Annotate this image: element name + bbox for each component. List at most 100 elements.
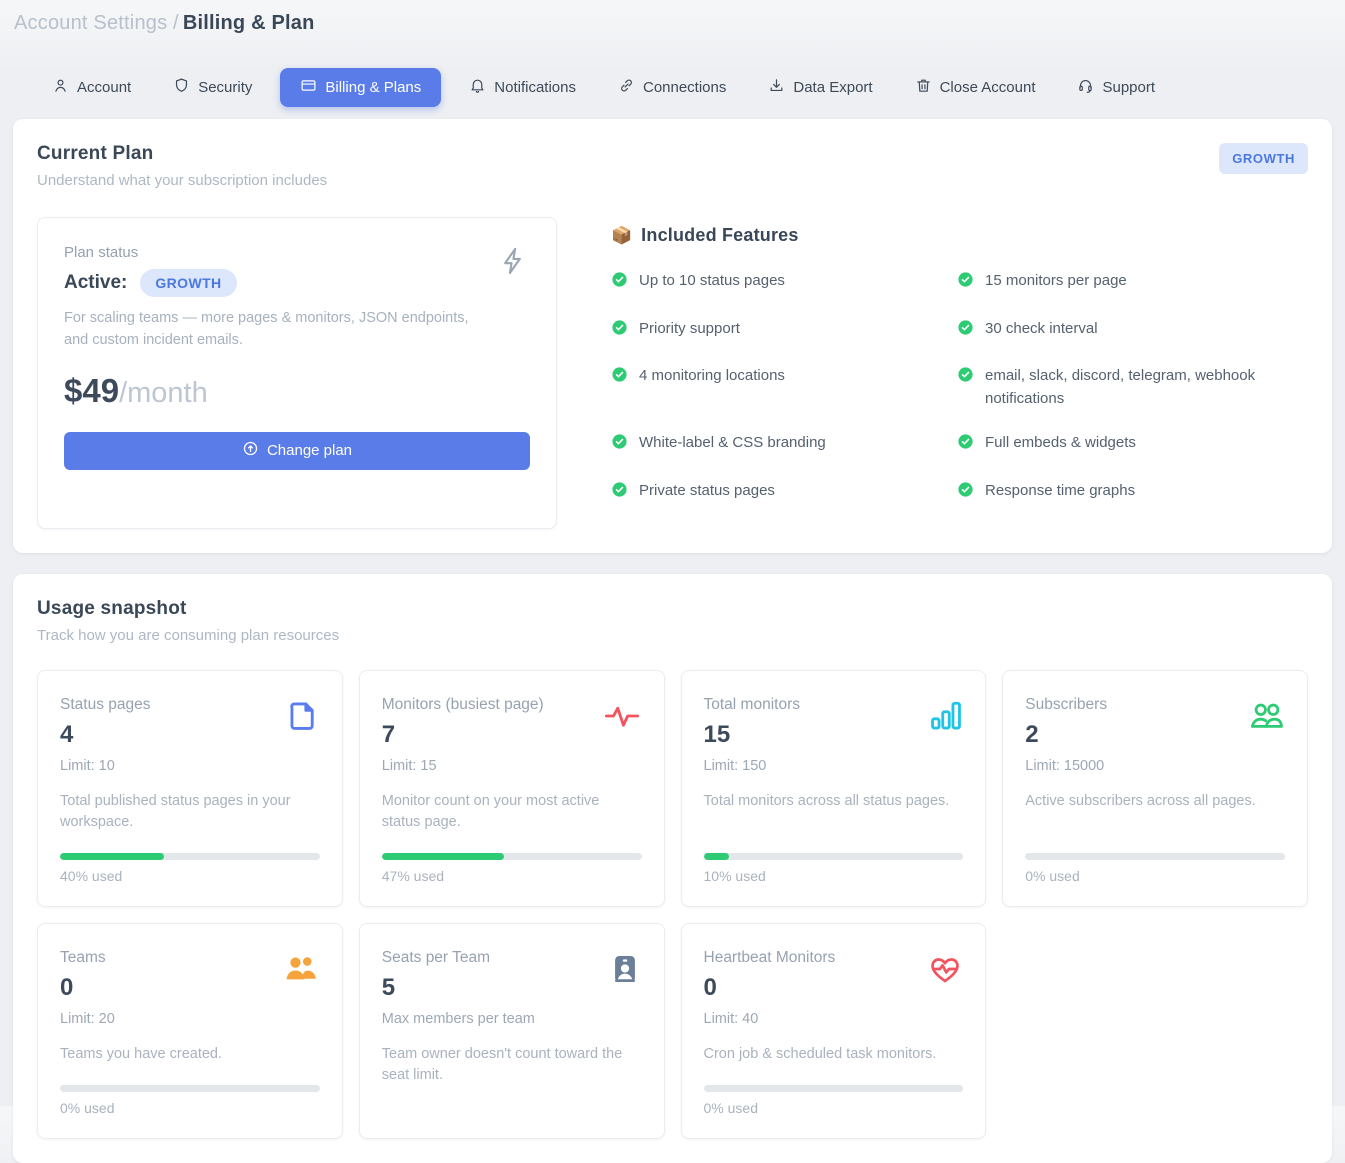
check-circle-icon [957,366,974,391]
usage-grid: Status pages 4 Limit: 10 Total published… [37,670,1308,1139]
feature-text: Full embeds & widgets [985,432,1136,455]
progress-fill [382,853,504,860]
check-circle-icon [957,271,974,296]
tab-data-export[interactable]: Data Export [754,69,886,106]
usage-progress: 0% used [704,1065,964,1116]
breadcrumb-section[interactable]: Account Settings / [14,12,179,34]
feature-item: 15 monitors per page [957,270,1308,296]
plan-period: /month [119,377,208,409]
tab-security[interactable]: Security [159,69,266,106]
progress-track [1025,853,1285,860]
team-icon [284,952,320,991]
progress-label: 10% used [704,868,964,884]
tab-label: Security [198,79,252,96]
feature-item: email, slack, discord, telegram, webhook… [957,365,1308,410]
feature-text: 30 check interval [985,318,1098,341]
zap-icon [496,244,530,283]
tab-billing-plans[interactable]: Billing & Plans [280,68,441,107]
plan-price: $49 [64,372,119,409]
trash-icon [915,77,932,98]
feature-text: Priority support [639,318,740,341]
feature-item: Up to 10 status pages [611,270,957,296]
usage-card-limit: Max members per team [382,1011,535,1027]
tab-connections[interactable]: Connections [604,69,740,106]
change-plan-label: Change plan [267,442,352,459]
check-circle-icon [611,271,628,296]
usage-card-limit: Limit: 10 [60,758,150,774]
current-plan-subtitle: Understand what your subscription includ… [37,172,327,189]
breadcrumb-page: Billing & Plan [183,12,315,34]
usage-card-heartbeat-monitors: Heartbeat Monitors 0 Limit: 40 Cron job … [681,923,987,1139]
check-circle-icon [957,319,974,344]
check-circle-icon [957,433,974,458]
arrow-up-circle-icon [242,440,259,461]
usage-card-title: Subscribers [1025,696,1107,714]
breadcrumb: Account Settings /Billing & Plan [0,0,1345,35]
usage-card-description: Teams you have created. [60,1044,320,1065]
link-icon [618,77,635,98]
tab-label: Support [1102,79,1155,96]
download-icon [768,77,785,98]
current-plan-section: Current Plan Understand what your subscr… [13,119,1332,553]
usage-progress: 10% used [704,833,964,884]
usage-card-value: 4 [60,721,150,749]
progress-track [60,1085,320,1092]
usage-card-value: 15 [704,721,800,749]
usage-card-limit: Limit: 40 [704,1011,836,1027]
progress-track [60,853,320,860]
usage-card-value: 7 [382,721,544,749]
progress-track [382,853,642,860]
usage-card-title: Total monitors [704,696,800,714]
feature-item: Response time graphs [957,480,1308,506]
bell-icon [469,77,486,98]
feature-item: Private status pages [611,480,957,506]
package-icon: 📦 [611,226,632,246]
feature-item: Full embeds & widgets [957,432,1308,458]
tab-label: Data Export [793,79,872,96]
tab-notifications[interactable]: Notifications [455,69,590,106]
usage-progress: 47% used [382,833,642,884]
usage-card-value: 0 [60,974,115,1002]
tab-label: Connections [643,79,726,96]
usage-card-description: Monitor count on your most active status… [382,791,642,833]
usage-card-limit: Limit: 15 [382,758,544,774]
tab-label: Close Account [940,79,1036,96]
tab-label: Billing & Plans [325,79,421,96]
plan-state: Active: [64,272,127,294]
usage-card-limit: Limit: 15000 [1025,758,1107,774]
feature-text: Up to 10 status pages [639,270,785,293]
usage-section: Usage snapshot Track how you are consumi… [13,574,1332,1163]
change-plan-button[interactable]: Change plan [64,432,530,470]
usage-card-total-monitors: Total monitors 15 Limit: 150 Total monit… [681,670,987,907]
progress-label: 0% used [704,1100,964,1116]
users-icon [1249,699,1285,738]
plan-status-card: Plan status Active: GROWTH For scaling t… [37,217,557,529]
progress-label: 0% used [1025,868,1285,884]
usage-card-subscribers: Subscribers 2 Limit: 15000 Active subscr… [1002,670,1308,907]
usage-card-limit: Limit: 150 [704,758,800,774]
tab-account[interactable]: Account [38,69,145,106]
current-plan-title: Current Plan [37,143,327,165]
usage-card-title: Status pages [60,696,150,714]
feature-text: Response time graphs [985,480,1135,503]
usage-card-description: Cron job & scheduled task monitors. [704,1044,964,1065]
shield-icon [173,77,190,98]
feature-item: 30 check interval [957,318,1308,344]
usage-progress: 40% used [60,833,320,884]
feature-item: White-label & CSS branding [611,432,957,458]
tab-support[interactable]: Support [1063,69,1169,106]
bar-chart-icon [929,699,963,738]
check-circle-icon [611,481,628,506]
feature-text: Private status pages [639,480,775,503]
check-circle-icon [957,481,974,506]
usage-card-status-pages: Status pages 4 Limit: 10 Total published… [37,670,343,907]
usage-progress: 0% used [60,1065,320,1116]
features-title: Included Features [641,225,798,246]
tab-close-account[interactable]: Close Account [901,69,1050,106]
feature-item: Priority support [611,318,957,344]
tab-label: Notifications [494,79,576,96]
settings-tabs: Account Security Billing & Plans Notific… [38,68,1345,107]
progress-track [704,853,964,860]
usage-card-title: Teams [60,949,115,967]
usage-card-value: 5 [382,974,535,1002]
